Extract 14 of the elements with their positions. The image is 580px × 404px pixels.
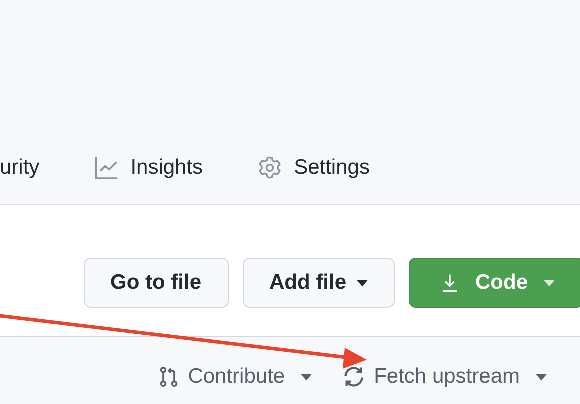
caret-icon <box>301 374 312 380</box>
dropdown-button[interactable]: Fetch upstream <box>342 365 547 389</box>
nav-tab[interactable]: Settings <box>257 155 370 181</box>
caret-icon <box>544 280 555 286</box>
nav-tab[interactable]: urity <box>0 155 40 181</box>
gear-icon <box>257 155 284 181</box>
caret-icon <box>536 374 547 380</box>
toolbar-button[interactable]: Add file <box>242 258 394 308</box>
nav-tab[interactable]: Insights <box>94 155 204 181</box>
toolbar-button[interactable]: Go to file <box>84 258 228 308</box>
dropdown-button[interactable]: Contribute <box>158 365 312 389</box>
pull-request-icon <box>158 365 180 389</box>
graph-icon <box>94 155 120 181</box>
caret-icon <box>356 280 368 286</box>
